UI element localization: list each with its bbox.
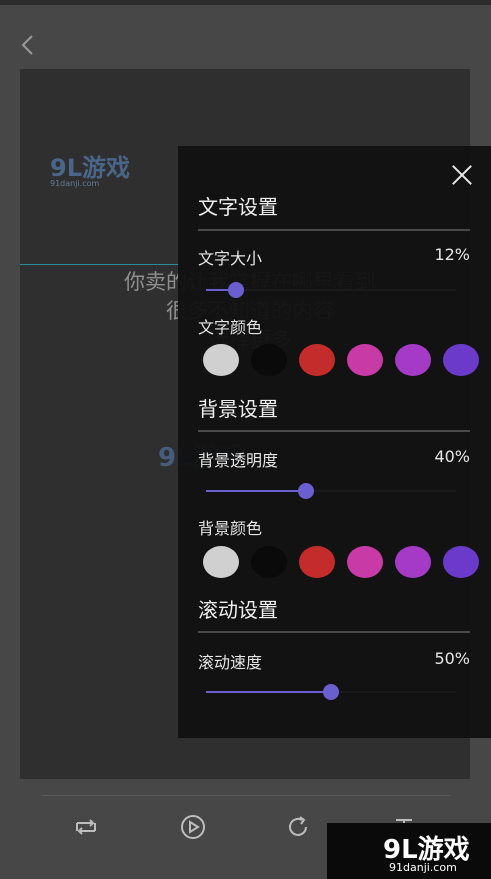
color-swatch[interactable] (395, 344, 431, 376)
bg-section-title: 背景设置 (198, 397, 278, 421)
bg-opacity-label: 背景透明度 (198, 451, 279, 470)
color-swatch[interactable] (203, 344, 239, 376)
slider-thumb[interactable] (228, 282, 244, 298)
toolbar-divider (42, 795, 450, 796)
text-size-value: 12% (434, 245, 470, 264)
bg-color-label: 背景颜色 (198, 519, 263, 538)
color-swatch[interactable] (443, 344, 479, 376)
slider-thumb[interactable] (298, 483, 314, 499)
loop-icon[interactable] (73, 814, 99, 840)
divider (198, 631, 470, 633)
slider-thumb[interactable] (323, 684, 339, 700)
close-icon[interactable] (451, 164, 473, 186)
brand-domain: 91danji.com (389, 861, 457, 874)
divider (198, 229, 470, 231)
color-swatch[interactable] (203, 546, 239, 578)
scroll-speed-label: 滚动速度 (198, 653, 263, 672)
text-size-slider[interactable] (206, 282, 456, 298)
color-swatch[interactable] (347, 344, 383, 376)
play-icon[interactable] (180, 814, 206, 840)
text-color-swatches (203, 344, 491, 380)
settings-panel: 文字设置 文字大小 12% 文字颜色 背景设置 背景透明度 40% 背景颜色 滚… (178, 146, 491, 738)
watermark: 9L游戏 91danji.com (50, 154, 130, 188)
bg-color-swatches (203, 546, 491, 582)
text-section-title: 文字设置 (198, 195, 278, 219)
chevron-left-icon[interactable] (18, 32, 38, 58)
status-bar (0, 0, 491, 5)
divider (198, 430, 470, 432)
color-swatch[interactable] (347, 546, 383, 578)
slider-fill (206, 691, 331, 693)
color-swatch[interactable] (443, 546, 479, 578)
redo-icon[interactable] (285, 814, 311, 840)
color-swatch[interactable] (251, 344, 287, 376)
text-color-label: 文字颜色 (198, 318, 263, 337)
bg-opacity-slider[interactable] (206, 483, 456, 499)
brand-watermark: 9L游戏 91danji.com (327, 823, 491, 879)
scroll-guide-line (20, 264, 180, 265)
color-swatch[interactable] (299, 546, 335, 578)
text-size-label: 文字大小 (198, 249, 263, 268)
color-swatch[interactable] (251, 546, 287, 578)
color-swatch[interactable] (395, 546, 431, 578)
scroll-speed-value: 50% (434, 649, 470, 668)
scroll-section-title: 滚动设置 (198, 598, 278, 622)
slider-fill (206, 490, 306, 492)
scroll-speed-slider[interactable] (206, 684, 456, 700)
color-swatch[interactable] (299, 344, 335, 376)
bg-opacity-value: 40% (434, 447, 470, 466)
